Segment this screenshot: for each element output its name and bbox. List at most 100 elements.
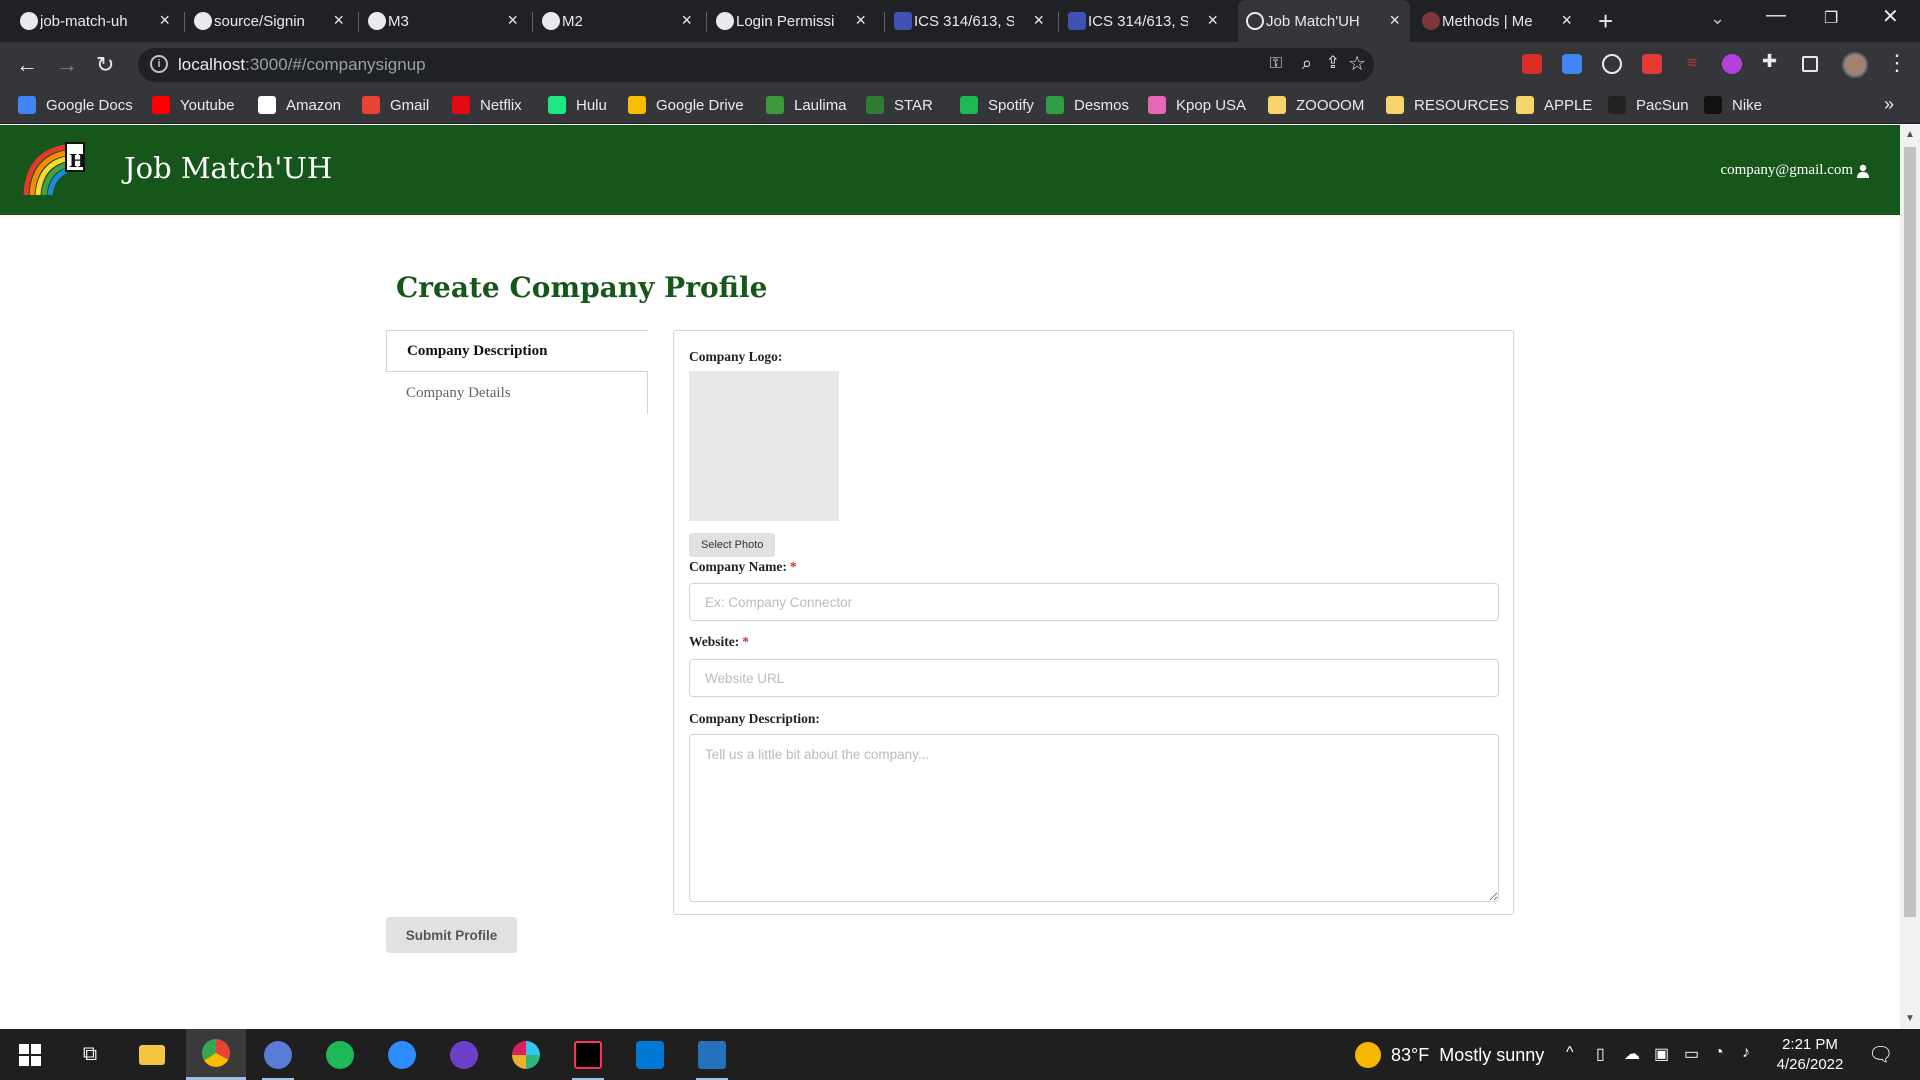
tray-display-icon[interactable]: ▣ (1654, 1044, 1669, 1064)
bookmark-star-icon[interactable]: ☆ (1348, 51, 1366, 76)
taskbar-powershell[interactable] (682, 1029, 742, 1080)
zoom-icon[interactable]: ⌕ (1302, 53, 1312, 74)
tab-close-icon[interactable]: × (855, 10, 866, 31)
bookmark-item[interactable]: RESOURCES (1386, 96, 1509, 114)
start-button[interactable] (0, 1029, 60, 1080)
back-arrow-icon[interactable]: ← (16, 52, 38, 78)
share-icon[interactable]: ⇪ (1326, 53, 1340, 73)
extension-pdf-icon[interactable] (1522, 54, 1542, 74)
tab-title: ICS 314/613, S (1088, 12, 1188, 30)
website-input[interactable] (689, 659, 1499, 697)
weather-widget[interactable]: 83°F Mostly sunny (1355, 1042, 1544, 1068)
taskbar-intellij[interactable] (558, 1029, 618, 1080)
volume-icon[interactable]: ♪ (1742, 1044, 1750, 1062)
browser-tab[interactable]: job-match-uh × (12, 0, 180, 42)
tab-close-icon[interactable]: × (1033, 10, 1044, 31)
tab-close-icon[interactable]: × (681, 10, 692, 31)
kpop-icon (1148, 96, 1166, 114)
extension-wave-icon[interactable]: ≋ (1682, 54, 1702, 74)
bookmark-item[interactable]: Hulu (548, 96, 607, 114)
menu-kebab-icon[interactable]: ⋮ (1886, 50, 1908, 76)
company-description-textarea[interactable] (689, 734, 1499, 902)
forward-arrow-icon[interactable]: → (56, 52, 78, 78)
bookmark-item[interactable]: Laulima (766, 96, 847, 114)
vscode-icon (636, 1040, 664, 1069)
reload-icon[interactable]: ↻ (96, 52, 114, 78)
extension-lr-icon[interactable] (1722, 54, 1742, 74)
submit-profile-button[interactable]: Submit Profile (386, 917, 517, 953)
key-icon[interactable]: ⚿ (1270, 55, 1282, 73)
extension-red-icon[interactable] (1642, 54, 1662, 74)
bookmark-item[interactable]: ZOOOOM (1268, 96, 1364, 114)
close-window-icon[interactable]: ✕ (1882, 4, 1899, 29)
bookmark-item[interactable]: Google Docs (18, 96, 133, 114)
bookmark-item[interactable]: APPLE (1516, 96, 1592, 114)
wifi-icon[interactable]: ◔ (1714, 1044, 1724, 1062)
tray-device-icon[interactable]: ▯ (1596, 1044, 1605, 1064)
bookmark-item[interactable]: Youtube (152, 96, 235, 114)
tab-search-chevron-icon[interactable]: ⌄ (1710, 8, 1725, 29)
bookmark-item[interactable]: PacSun (1608, 96, 1689, 114)
browser-tab[interactable]: source/Signin × (186, 0, 354, 42)
side-nav-company-description[interactable]: Company Description (386, 330, 648, 372)
browser-tab[interactable]: Login Permissi × (708, 0, 876, 42)
taskbar-zoom[interactable] (372, 1029, 432, 1080)
user-menu[interactable]: company@gmail.com (1720, 162, 1870, 179)
bookmark-item[interactable]: Netflix (452, 96, 522, 114)
taskbar-chrome-profile[interactable] (248, 1029, 308, 1080)
new-tab-button[interactable]: + (1598, 6, 1613, 37)
taskbar-chrome[interactable] (186, 1029, 246, 1080)
taskbar-slack[interactable] (496, 1029, 556, 1080)
browser-tab[interactable]: M3 × (360, 0, 528, 42)
site-info-icon[interactable]: i (150, 55, 168, 73)
bookmarks-overflow-icon[interactable]: » (1884, 94, 1894, 115)
taskbar-vscode[interactable] (620, 1029, 680, 1080)
page-scrollbar[interactable]: ▲ ▼ (1900, 125, 1920, 1029)
tray-overflow-chevron-icon[interactable]: ^ (1566, 1044, 1574, 1062)
select-photo-button[interactable]: Select Photo (689, 533, 776, 557)
extensions-puzzle-icon[interactable]: ✚ (1762, 51, 1782, 71)
browser-tab[interactable]: Job Match'UH × (1238, 0, 1410, 42)
browser-tab[interactable]: ICS 314/613, S × (886, 0, 1054, 42)
scroll-down-arrow-icon[interactable]: ▼ (1905, 1013, 1915, 1024)
scroll-up-arrow-icon[interactable]: ▲ (1905, 129, 1915, 140)
extension-sync-icon[interactable] (1602, 54, 1622, 74)
bookmark-item[interactable]: Amazon (258, 96, 341, 114)
app-brand-title[interactable]: Job Match'UH (124, 151, 332, 185)
bookmark-item[interactable]: Nike (1704, 96, 1762, 114)
side-panel-icon[interactable] (1802, 56, 1818, 72)
taskbar-github-desktop[interactable] (434, 1029, 494, 1080)
browser-tab[interactable]: Methods | Me × (1414, 0, 1582, 42)
bookmark-item[interactable]: Kpop USA (1148, 96, 1246, 114)
task-view-button[interactable]: ⧉ (60, 1029, 120, 1080)
company-name-input[interactable] (689, 583, 1499, 621)
tab-close-icon[interactable]: × (1561, 10, 1572, 31)
scrollbar-thumb[interactable] (1904, 147, 1916, 917)
notifications-icon[interactable]: 🗨 (1868, 1042, 1893, 1067)
bookmark-item[interactable]: STAR (866, 96, 933, 114)
restore-icon[interactable]: ❐ (1824, 8, 1838, 28)
taskbar-file-explorer[interactable] (122, 1029, 182, 1080)
side-nav-company-details[interactable]: Company Details (386, 372, 648, 414)
taskbar-spotify[interactable] (310, 1029, 370, 1080)
browser-tab[interactable]: ICS 314/613, S × (1060, 0, 1228, 42)
tab-close-icon[interactable]: × (1207, 10, 1218, 31)
battery-icon[interactable]: ▭ (1684, 1044, 1699, 1064)
tab-close-icon[interactable]: × (1389, 10, 1400, 31)
tab-close-icon[interactable]: × (333, 10, 344, 31)
minimize-icon[interactable]: — (1766, 4, 1786, 27)
url-text[interactable]: localhost:3000/#/companysignup (178, 55, 426, 75)
bookmark-item[interactable]: Google Drive (628, 96, 744, 114)
browser-tab[interactable]: M2 × (534, 0, 702, 42)
bookmark-item[interactable]: Gmail (362, 96, 429, 114)
onedrive-cloud-icon[interactable]: ☁ (1624, 1044, 1640, 1064)
rainbow-logo-icon[interactable]: H (22, 139, 88, 197)
bookmark-item[interactable]: Desmos (1046, 96, 1129, 114)
extension-translate-icon[interactable] (1562, 54, 1582, 74)
address-bar[interactable]: i localhost:3000/#/companysignup ⚿ ⌕ ⇪ ☆ (138, 48, 1374, 82)
profile-avatar[interactable] (1842, 52, 1868, 78)
bookmark-item[interactable]: Spotify (960, 96, 1034, 114)
tab-close-icon[interactable]: × (159, 10, 170, 31)
system-clock[interactable]: 2:21 PM 4/26/2022 (1770, 1035, 1850, 1075)
tab-close-icon[interactable]: × (507, 10, 518, 31)
